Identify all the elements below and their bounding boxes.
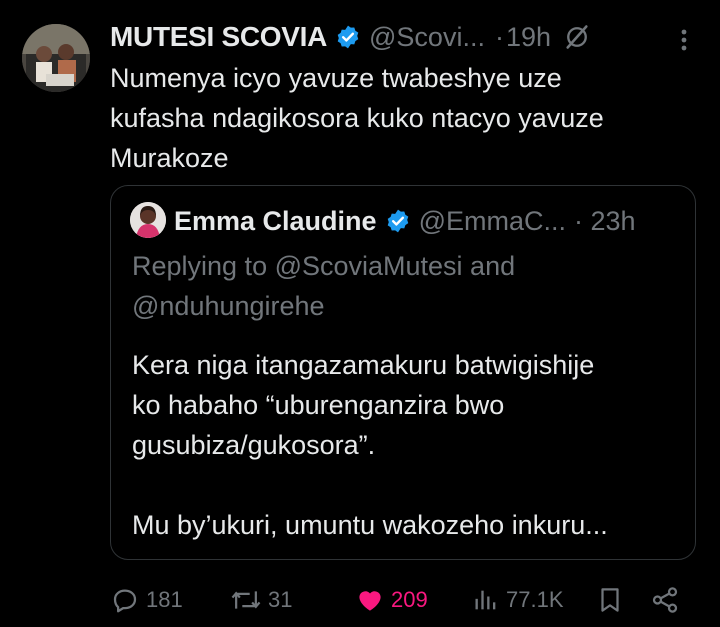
heart-icon: [359, 591, 381, 611]
share-button[interactable]: [650, 580, 686, 620]
verified-badge-icon: [335, 24, 361, 50]
quoted-text-line: ko habaho “uburenganzira bwo: [132, 390, 505, 420]
repost-button[interactable]: 31: [230, 580, 292, 620]
tweet-text: Numenya icyo yavuze twabeshye uze kufash…: [110, 58, 705, 178]
replying-to: Replying to @ScoviaMutesi and @nduhungir…: [132, 246, 682, 326]
grok-icon[interactable]: [563, 23, 591, 51]
repost-count: 31: [268, 587, 293, 612]
views-button[interactable]: 77.1K: [472, 580, 564, 620]
quoted-text-line: gusubiza/gukosora”.: [132, 430, 376, 460]
quoted-author-name[interactable]: Emma Claudine: [174, 206, 377, 237]
quoted-tweet-header: Emma Claudine @EmmaC... · 23h: [174, 202, 636, 240]
quoted-text-line: [132, 465, 687, 505]
quoted-tweet-time[interactable]: · 23h: [574, 206, 636, 237]
tweet-time[interactable]: 19h: [506, 22, 551, 53]
tweet-text-line: Numenya icyo yavuze twabeshye uze: [110, 63, 562, 93]
quoted-text-line: Kera niga itangazamakuru batwigishije: [132, 350, 595, 380]
author-avatar[interactable]: [22, 24, 90, 92]
bookmark-button[interactable]: [595, 580, 631, 620]
replying-to-line[interactable]: @nduhungirehe: [132, 286, 682, 326]
tweet-text-line: Murakoze: [110, 143, 229, 173]
like-button[interactable]: 209: [355, 580, 428, 620]
quoted-author-handle[interactable]: @EmmaC...: [419, 206, 566, 237]
more-icon[interactable]: [672, 26, 696, 59]
action-bar: 181 31 209 77.1K: [110, 580, 700, 620]
replying-to-line[interactable]: Replying to @ScoviaMutesi and: [132, 246, 682, 286]
reply-icon: [113, 589, 137, 613]
views-count: 77.1K: [506, 587, 564, 612]
reply-button[interactable]: 181: [110, 580, 183, 620]
views-icon: [475, 590, 496, 610]
author-name[interactable]: MUTESI SCOVIA: [110, 21, 327, 53]
quoted-tweet-text: Kera niga itangazamakuru batwigishije ko…: [132, 345, 687, 545]
verified-badge-icon: [385, 208, 411, 234]
author-handle[interactable]: @Scovi...: [369, 22, 485, 53]
like-count: 209: [391, 587, 428, 612]
tweet-header: MUTESI SCOVIA @Scovi... · 19h: [110, 17, 591, 57]
separator-dot: ·: [494, 21, 504, 52]
repost-icon: [231, 591, 261, 609]
share-icon: [652, 587, 678, 613]
bookmark-icon: [601, 588, 619, 612]
quoted-text-line: Mu by’ukuri, umuntu wakozeho inkuru...: [132, 510, 608, 540]
quoted-author-avatar[interactable]: [130, 202, 166, 238]
tweet-text-line: kufasha ndagikosora kuko ntacyo yavuze: [110, 103, 604, 133]
reply-count: 181: [146, 587, 183, 612]
